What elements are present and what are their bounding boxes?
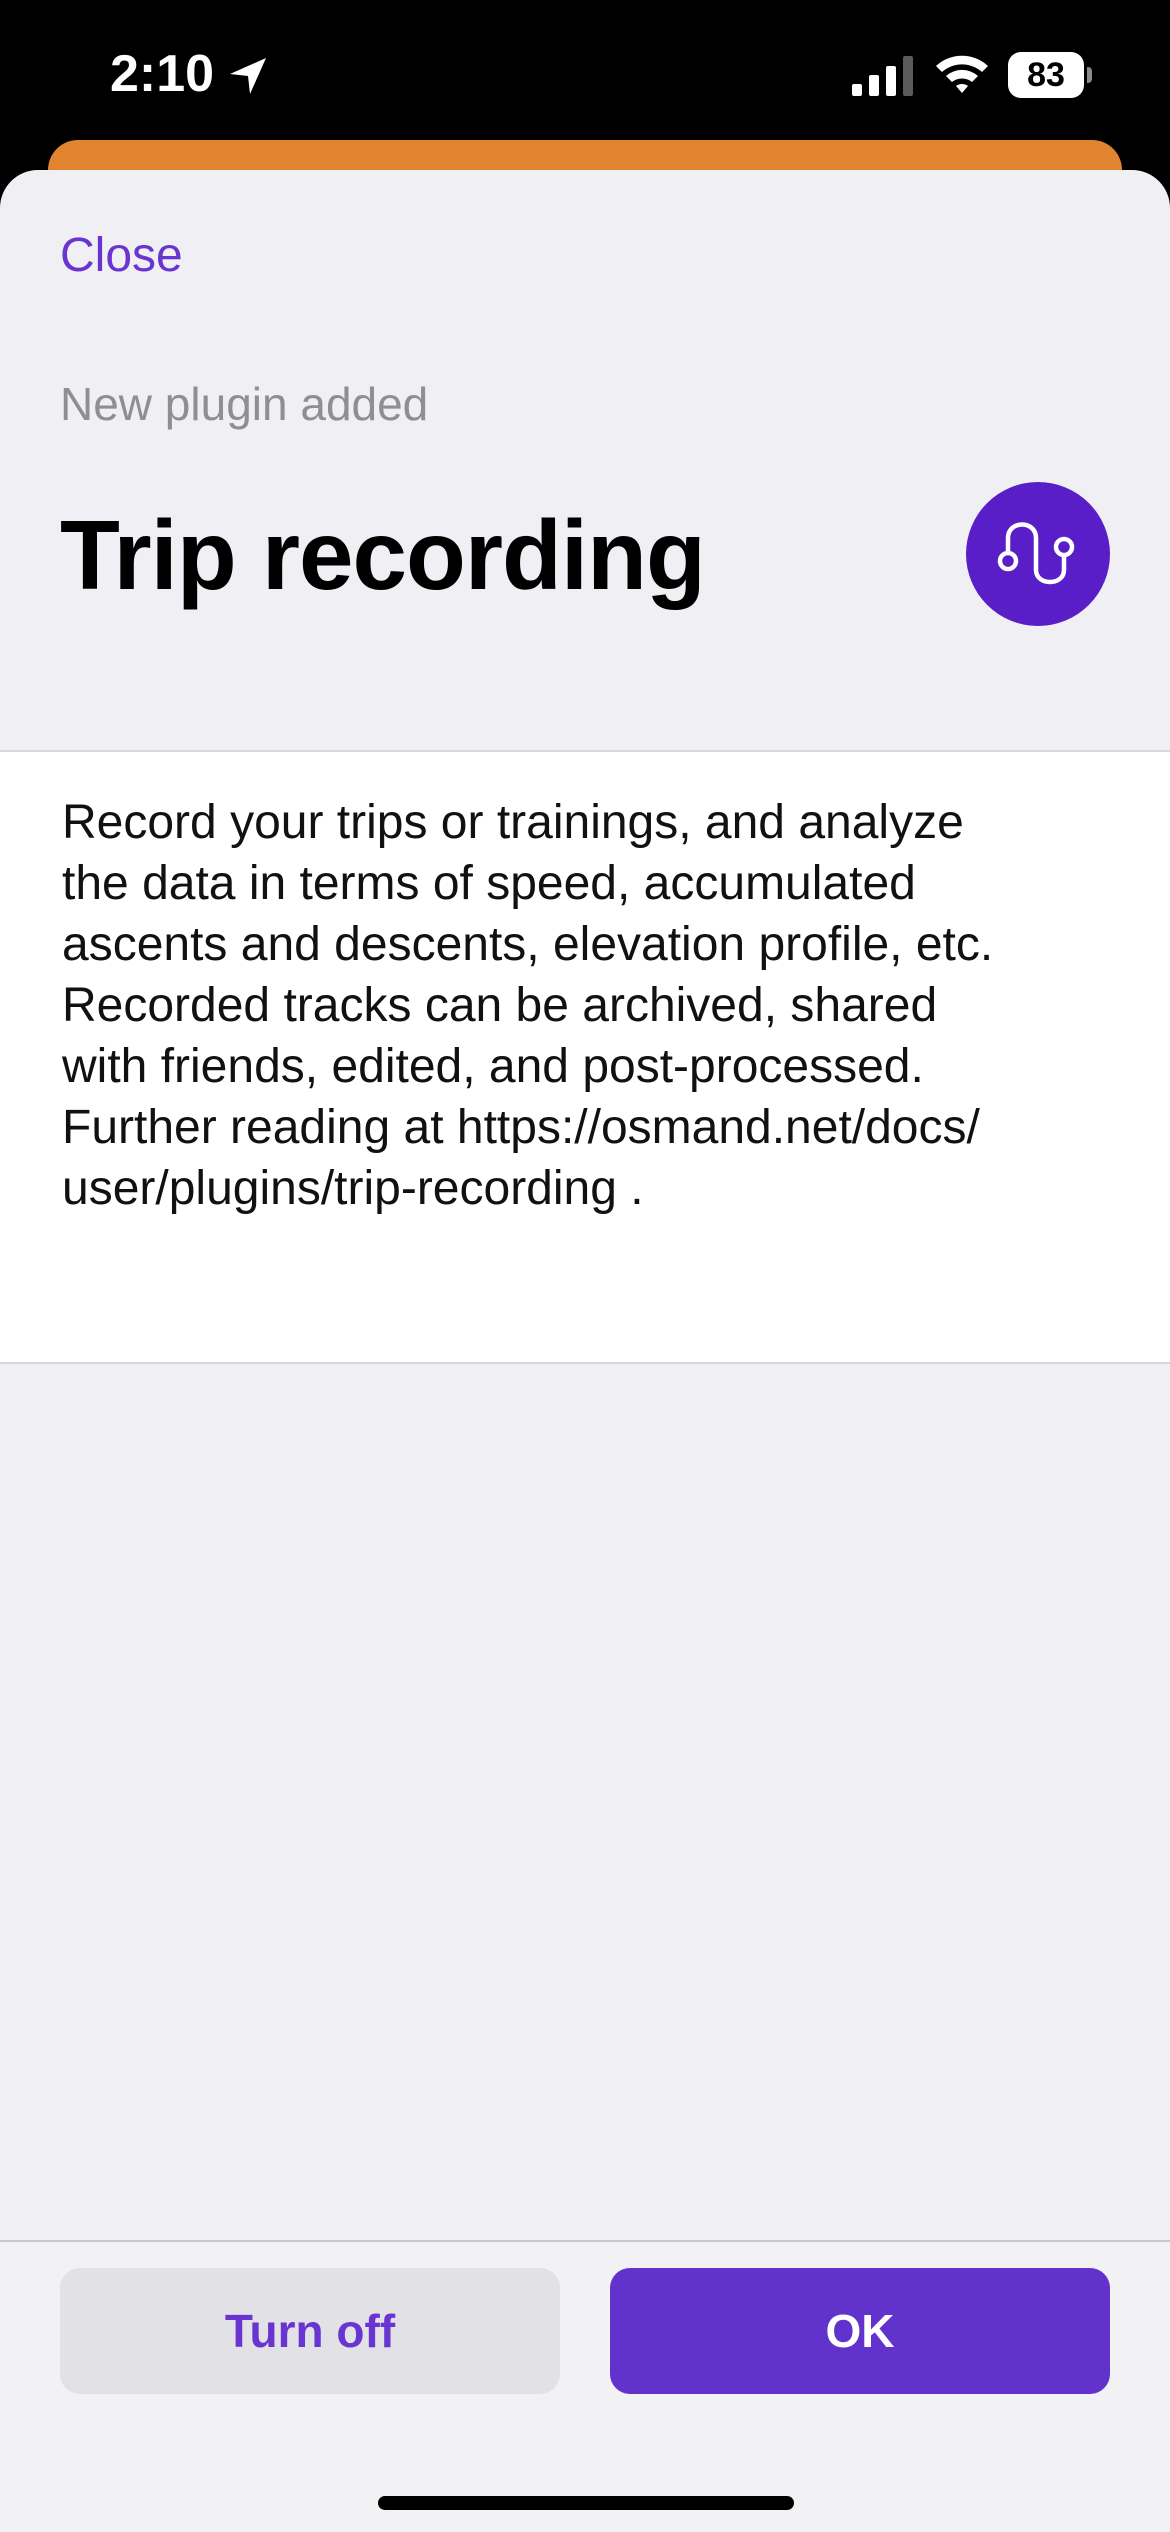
status-bar: 2:10 83 xyxy=(0,0,1170,160)
battery-level: 83 xyxy=(1008,52,1084,98)
plugin-description: Record your trips or trainings, and anal… xyxy=(62,796,994,1215)
battery-icon: 83 xyxy=(1008,52,1092,98)
close-button[interactable]: Close xyxy=(60,226,183,286)
status-time: 2:10 xyxy=(110,45,215,103)
plugin-sheet: Close New plugin added Trip recording Re… xyxy=(0,170,1170,2532)
description-card: Record your trips or trainings, and anal… xyxy=(0,750,1170,1364)
sheet-subtitle: New plugin added xyxy=(60,378,429,430)
home-indicator[interactable] xyxy=(378,2496,794,2510)
battery-cap xyxy=(1087,67,1092,83)
wifi-icon xyxy=(936,55,988,93)
signal-icon xyxy=(852,56,913,96)
turn-off-button[interactable]: Turn off xyxy=(60,2268,560,2394)
bottom-action-bar: Turn off OK xyxy=(0,2240,1170,2532)
trip-route-icon xyxy=(966,482,1110,626)
location-arrow-icon xyxy=(230,58,266,94)
screen: 2:10 83 Close New plugin added Trip reco… xyxy=(0,0,1170,2532)
page-title: Trip recording xyxy=(60,500,706,610)
ok-button[interactable]: OK xyxy=(610,2268,1110,2394)
